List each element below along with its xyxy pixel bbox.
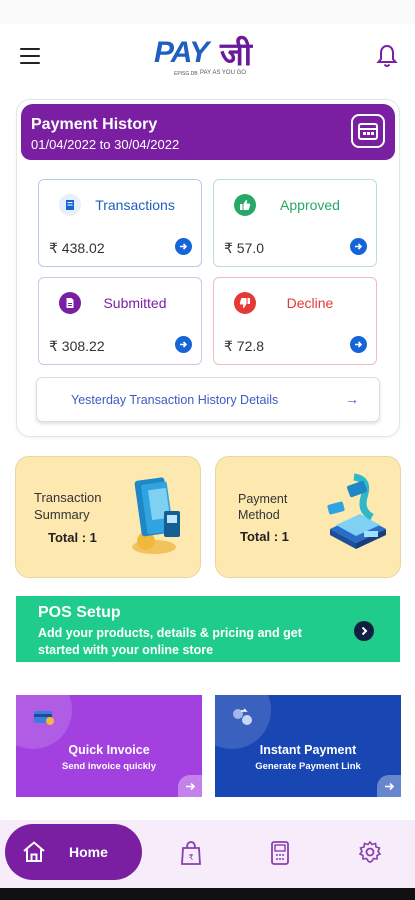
submitted-card[interactable]: Submitted ₹ 308.22 [38,277,202,365]
yesterday-history-label: Yesterday Transaction History Details [71,393,279,407]
arrow-right-icon[interactable] [178,775,202,797]
mobile-payment-illustration-icon [324,471,390,562]
arrow-right-icon: → [345,391,359,407]
payment-method-title-line2: Method [238,508,280,522]
yesterday-history-button[interactable]: Yesterday Transaction History Details → [36,377,380,422]
arrow-right-icon[interactable] [377,775,401,797]
quick-invoice-subtitle: Send invoice quickly [62,761,156,772]
payment-transfer-icon [231,707,255,732]
home-icon [21,840,47,869]
pos-setup-description: Add your products, details & pricing and… [38,626,302,657]
notification-bell-icon[interactable] [376,44,398,68]
instant-payment-title: Instant Payment [259,743,357,757]
logo-tagline: PAY AS YOU GO [200,70,246,76]
instant-payment-subtitle: Generate Payment Link [255,761,361,772]
transaction-summary-tile[interactable]: Transaction Summary Total : 1 [15,456,201,578]
calendar-icon[interactable] [351,114,385,148]
svg-text:₹: ₹ [188,853,193,862]
payment-history-card: Payment History 01/04/2022 to 30/04/2022… [16,99,400,437]
payment-method-total: Total : 1 [240,529,289,544]
payment-method-title-line1: Payment [238,492,288,506]
approved-label: Approved [280,197,340,213]
logo-small-text: EPISG DB [174,71,198,77]
quick-actions: Quick Invoice Send invoice quickly Insta… [10,680,405,816]
shopping-bag-icon[interactable]: ₹ [179,840,205,866]
payment-method-title: Payment Method [238,491,287,523]
decline-card[interactable]: Decline ₹ 72.8 [213,277,377,365]
card-machine-illustration-icon [130,475,184,562]
pos-setup-title: POS Setup [38,604,121,621]
submitted-label: Submitted [103,295,167,311]
quick-invoice-title: Quick Invoice [68,743,150,757]
arrow-right-icon[interactable] [350,336,367,353]
pos-setup-banner[interactable]: POS Setup Add your products, details & p… [16,596,400,662]
nav-home-label: Home [69,844,108,860]
approved-amount: ₹ 57.0 [224,240,265,256]
credit-card-icon [32,707,56,732]
app-logo: PAY जी EPISG DB PAY AS YOU GO [154,36,274,80]
chevron-right-icon[interactable] [354,621,374,641]
logo-pay-text: PAY [154,36,209,69]
transaction-summary-title-line1: Transaction [34,490,102,505]
date-range: 01/04/2022 to 30/04/2022 [31,137,180,152]
system-navigation-bar [0,888,415,900]
app-header: PAY जी EPISG DB PAY AS YOU GO [0,28,415,86]
bottom-navigation: Home ₹ [0,820,415,888]
payment-method-tile[interactable]: Payment Method Total : 1 [215,456,401,578]
transactions-amount: ₹ 438.02 [49,240,105,256]
payment-history-header: Payment History 01/04/2022 to 30/04/2022 [21,104,395,160]
quick-invoice-card[interactable]: Quick Invoice Send invoice quickly [16,695,202,797]
decline-amount: ₹ 72.8 [224,338,265,354]
instant-payment-card[interactable]: Instant Payment Generate Payment Link [215,695,401,797]
logo-ji-text: जी [220,36,253,72]
transaction-summary-total: Total : 1 [48,530,97,545]
arrow-right-icon[interactable] [175,238,192,255]
payment-history-title: Payment History [31,116,158,133]
settings-gear-icon[interactable] [358,840,384,866]
submitted-amount: ₹ 308.22 [49,338,105,354]
transaction-summary-title-line2: Summary [34,507,90,522]
transaction-summary-title: Transaction Summary [34,489,101,523]
transactions-card[interactable]: Transactions ₹ 438.02 [38,179,202,267]
status-bar [0,0,415,24]
arrow-right-icon[interactable] [175,336,192,353]
approved-card[interactable]: Approved ₹ 57.0 [213,179,377,267]
transactions-label: Transactions [95,197,175,213]
pos-terminal-icon[interactable] [269,840,295,866]
decline-label: Decline [286,295,334,311]
arrow-right-icon[interactable] [350,238,367,255]
menu-icon[interactable] [20,48,40,64]
nav-home[interactable]: Home [5,824,142,880]
